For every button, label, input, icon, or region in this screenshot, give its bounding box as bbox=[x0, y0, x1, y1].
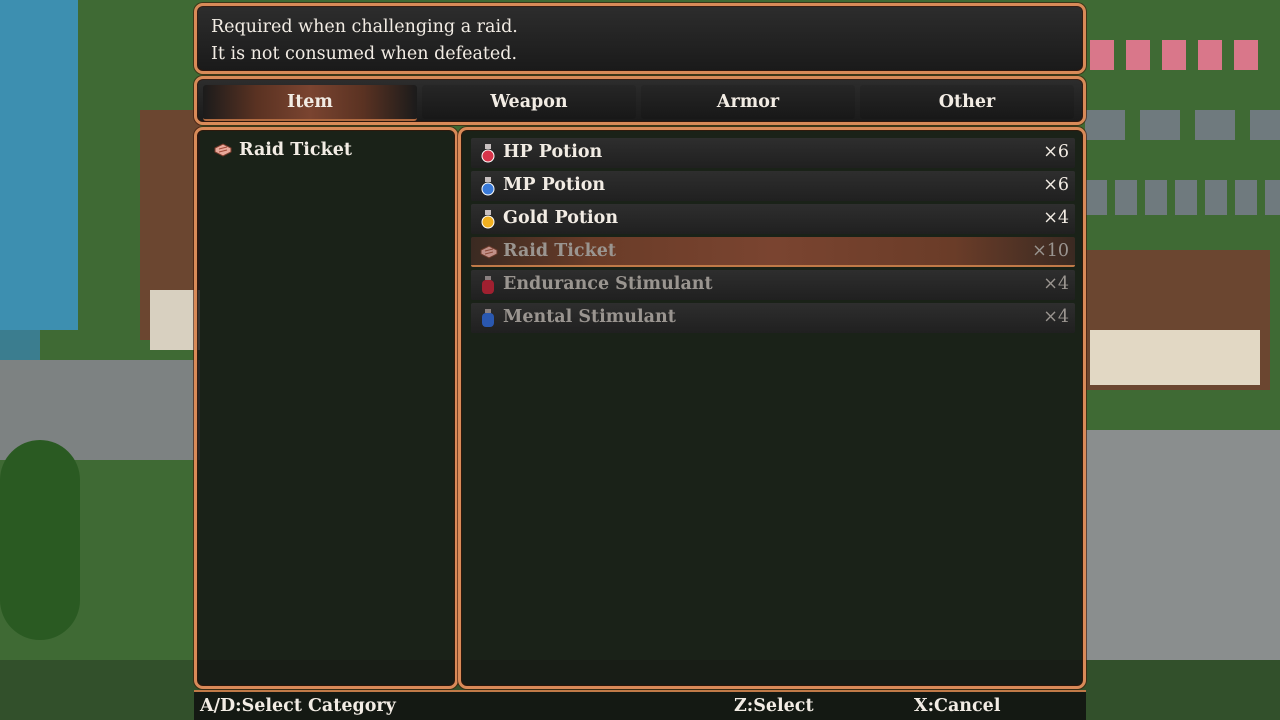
hint-select: Z:Select bbox=[734, 696, 814, 716]
ticket-icon bbox=[214, 143, 232, 157]
key-hint-bar: A/D:Select Category Z:Select X:Cancel bbox=[194, 690, 1086, 720]
detail-item: Raid Ticket bbox=[213, 140, 352, 160]
item-quantity: ×6 bbox=[1043, 142, 1069, 162]
item-quantity: ×4 bbox=[1043, 307, 1069, 327]
blue-flask-icon bbox=[482, 309, 494, 327]
item-quantity: ×6 bbox=[1043, 175, 1069, 195]
hint-select-category: A/D:Select Category bbox=[200, 696, 396, 716]
tab-other[interactable]: Other bbox=[860, 85, 1074, 119]
detail-item-name: Raid Ticket bbox=[239, 140, 352, 160]
red-potion-icon bbox=[481, 144, 495, 163]
item-detail-window: Raid Ticket bbox=[194, 127, 458, 689]
help-line-2: It is not consumed when defeated. bbox=[211, 44, 518, 64]
item-name: Mental Stimulant bbox=[503, 307, 676, 327]
item-name: MP Potion bbox=[503, 175, 606, 195]
item-list-window: HP Potion ×6 MP Potion ×6 Gold Potion ×4… bbox=[458, 127, 1086, 689]
list-item-hp-potion[interactable]: HP Potion ×6 bbox=[471, 138, 1075, 168]
list-item-mp-potion[interactable]: MP Potion ×6 bbox=[471, 171, 1075, 201]
item-name: Gold Potion bbox=[503, 208, 619, 228]
help-window: Required when challenging a raid. It is … bbox=[194, 3, 1086, 74]
item-name: HP Potion bbox=[503, 142, 603, 162]
hint-cancel: X:Cancel bbox=[914, 696, 1001, 716]
item-name: Endurance Stimulant bbox=[503, 274, 713, 294]
item-quantity: ×10 bbox=[1032, 241, 1069, 261]
list-item-mental-stimulant[interactable]: Mental Stimulant ×4 bbox=[471, 303, 1075, 333]
ticket-icon bbox=[480, 245, 498, 259]
tab-armor[interactable]: Armor bbox=[641, 85, 855, 119]
tab-weapon[interactable]: Weapon bbox=[422, 85, 636, 119]
gold-potion-icon bbox=[481, 210, 495, 229]
list-item-endurance-stimulant[interactable]: Endurance Stimulant ×4 bbox=[471, 270, 1075, 300]
item-quantity: ×4 bbox=[1043, 274, 1069, 294]
tab-item[interactable]: Item bbox=[203, 85, 417, 121]
category-window: Item Weapon Armor Other bbox=[194, 76, 1086, 125]
list-item-raid-ticket[interactable]: Raid Ticket ×10 bbox=[471, 237, 1075, 267]
item-quantity: ×4 bbox=[1043, 208, 1069, 228]
blue-potion-icon bbox=[481, 177, 495, 196]
red-flask-icon bbox=[482, 276, 494, 294]
list-item-gold-potion[interactable]: Gold Potion ×4 bbox=[471, 204, 1075, 234]
help-line-1: Required when challenging a raid. bbox=[211, 17, 518, 37]
item-name: Raid Ticket bbox=[503, 241, 616, 261]
